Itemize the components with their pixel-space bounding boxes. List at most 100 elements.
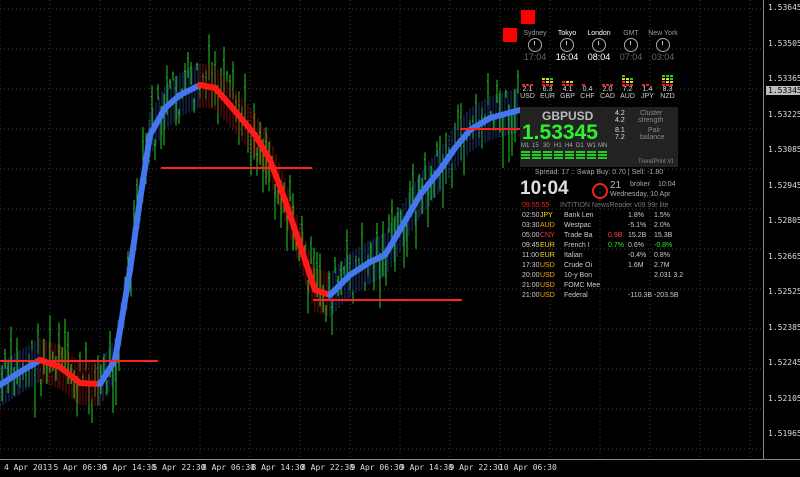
trend-cell	[576, 154, 585, 156]
clock-sydney: Sydney 17:04	[518, 30, 552, 62]
pair-label: Pair	[648, 127, 661, 134]
news-row[interactable]: 21:00 USD Federal -110.3B -203.5B	[520, 292, 679, 302]
news-f: 1.6M	[628, 262, 644, 269]
trend-cell	[554, 151, 563, 153]
news-ccy: AUD	[540, 222, 555, 229]
news-f: 1.8%	[628, 212, 644, 219]
strength-bar	[520, 72, 535, 86]
clock-new-york: New York 03:04	[646, 30, 680, 62]
strength-value: 4.1	[562, 86, 573, 93]
time-tick-label: 5 Apr 22:30	[152, 463, 206, 472]
time-tick-label: 8 Apr 06:30	[202, 463, 255, 472]
strength-bar	[560, 72, 575, 86]
clock-time: 08:04	[587, 52, 611, 62]
news-time: 05:00	[522, 232, 540, 239]
news-ccy: USD	[540, 272, 555, 279]
news-calendar: 02:50 JPY Bank Len 1.8% 1.5% 03:30 AUD Westpac -…	[520, 212, 683, 302]
trend-cell	[565, 157, 574, 159]
trend-cell	[587, 157, 596, 159]
timeframe-label: H4	[565, 143, 573, 149]
strength-cad: 2.0 CAD	[600, 72, 615, 100]
red-marker-square	[521, 10, 535, 24]
price-tick-label: 1.52385	[768, 322, 800, 332]
clock-london: London 08:04	[582, 30, 616, 62]
current-price: 1.53345	[522, 121, 598, 144]
strength-chf: 0.4 CHF	[580, 72, 595, 100]
moving-average-line	[437, 145, 458, 173]
news-event: Crude Oi	[564, 262, 593, 269]
news-row[interactable]: 21:00 USD FOMC Mee	[520, 282, 678, 292]
timeframe-label: W1	[587, 143, 596, 149]
clock-tokyo: Tokyo 16:04	[550, 30, 584, 62]
trend-cell	[543, 157, 552, 159]
broker-clock: 10:04	[658, 181, 676, 188]
strength-gbp: 4.1 GBP	[560, 72, 575, 100]
time-tick-label: 8 Apr 22:30	[301, 463, 354, 472]
moving-average-line	[137, 132, 153, 203]
price-tick-label: 1.52105	[768, 393, 800, 403]
time-tick-label: 9 Apr 14:30	[400, 463, 453, 472]
strength-value: 2.1	[522, 86, 533, 93]
strength-jpy: 1.4 JPY	[640, 72, 655, 100]
trend-cell	[565, 151, 574, 153]
trend-cell	[532, 151, 541, 153]
news-row[interactable]: 09:45 EUR French I 0.7% 0.6% -0.8%	[520, 242, 678, 252]
price-tick-label: 1.52945	[768, 180, 800, 190]
news-row[interactable]: 02:50 JPY Bank Len 1.8% 1.5%	[520, 212, 678, 222]
news-row[interactable]: 05:00 CNY Trade Ba 0.9B 15.2B 15.3B	[520, 232, 678, 242]
time-tick-label: 5 Apr 06:30	[53, 463, 107, 472]
news-f: -110.3B	[628, 292, 652, 299]
balance-label: balance	[640, 134, 665, 141]
news-p: 2.031 3.2	[654, 272, 684, 279]
news-p: -0.8%	[654, 242, 673, 249]
news-time: 09:45	[522, 242, 540, 249]
moving-average-line	[77, 380, 103, 387]
strength-bar	[620, 72, 635, 86]
news-event: Trade Ba	[564, 232, 593, 239]
news-row[interactable]: 11:00 EUR Italian -0.4% 0.8%	[520, 252, 678, 262]
news-ccy: JPY	[540, 212, 553, 219]
red-marker-square	[503, 28, 517, 42]
news-row[interactable]: 20:00 USD 10-y Bon 2.031 3.2	[520, 272, 683, 282]
trend-cell	[554, 154, 563, 156]
clock-time: 03:04	[651, 52, 675, 62]
price-tick-label: 1.53365	[768, 74, 800, 83]
timeframe-label: M1	[521, 143, 530, 149]
strength-bar	[600, 72, 615, 86]
price-axis[interactable]: 1.53645 1.53505 1.53365 1.53225 1.53085 1.529…	[763, 0, 800, 459]
time-tick-label: 9 Apr 06:30	[350, 463, 404, 472]
clock-icon	[592, 38, 606, 52]
trend-cell	[554, 157, 563, 159]
strength-label: strength	[638, 117, 664, 124]
broker-time-large: 10:04	[520, 178, 569, 199]
trend-cell	[543, 154, 552, 156]
news-a: 0.9B	[608, 232, 623, 239]
strength-currency: AUD	[620, 93, 635, 100]
spread-swap-line: Spread: 17 :: Swap Buy: 0.70 | Sell: -1.…	[534, 169, 664, 176]
moving-average-line	[127, 197, 143, 273]
news-row[interactable]: 03:30 AUD Westpac -5.1% 2.0%	[520, 222, 678, 232]
news-row[interactable]: 17:30 USD Crude Oi 1.6M 2.7M	[520, 262, 678, 272]
time-axis[interactable]: 4 Apr 2013 5 Apr 06:30 5 Apr 14:30 5 Apr 22…	[0, 459, 800, 477]
trend-cell	[598, 157, 607, 159]
clock-gmt: GMT 07:04	[614, 30, 648, 62]
news-event: FOMC Mee	[564, 282, 601, 289]
price-tick-label: 1.52665	[768, 251, 800, 261]
news-ccy: USD	[540, 282, 555, 289]
timeframe-label: 30	[543, 143, 550, 149]
news-p: 2.7M	[654, 262, 670, 269]
price-tick-label: 1.53505	[768, 38, 800, 48]
news-f: -5.1%	[628, 222, 647, 229]
news-f: 0.6%	[628, 242, 644, 249]
strength-bar	[580, 72, 595, 86]
time-tick-label: 4 Apr 2013	[4, 463, 53, 472]
news-event: Federal	[564, 292, 588, 299]
strength-bar	[660, 72, 675, 86]
news-f: -0.4%	[628, 252, 647, 259]
trend-cell	[587, 151, 596, 153]
broker-date: Wednesday, 10 Apr	[610, 191, 671, 198]
time-tick-label: 8 Apr 14:30	[251, 463, 305, 472]
news-p: 15.3B	[654, 232, 673, 239]
trend-cell	[576, 151, 585, 153]
trend-label: TrendPrint VI	[638, 159, 674, 165]
